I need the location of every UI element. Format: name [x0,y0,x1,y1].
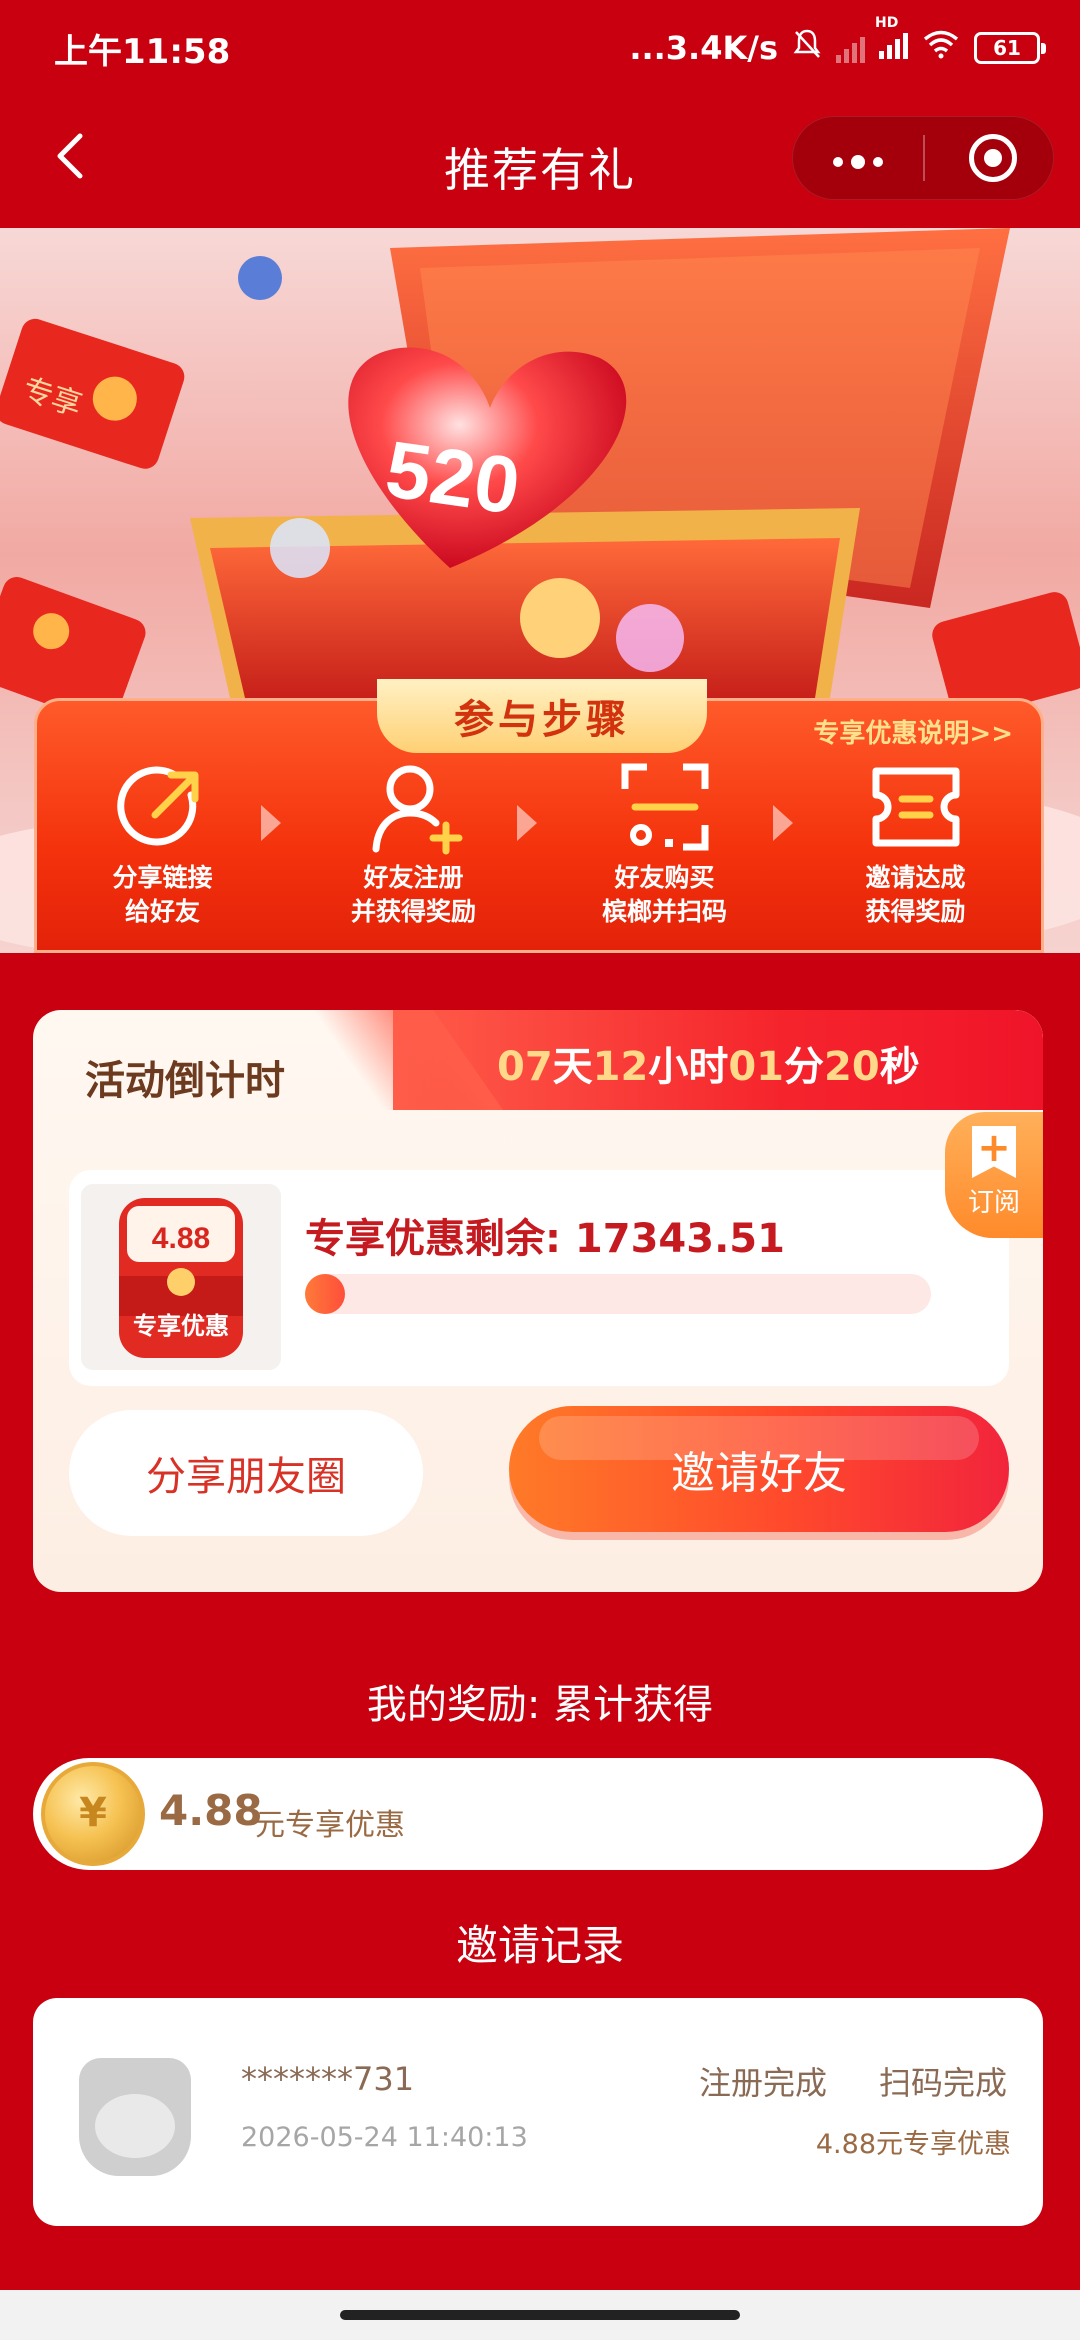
step-label-1b: 给好友 [124,897,200,926]
coupon-caption: 专享优惠 [133,1312,229,1340]
status-time: 上午11:58 [54,31,231,72]
countdown-days-unit: 天 [552,1044,593,1090]
reward-unit: 元专享优惠 [255,1808,405,1843]
home-indicator-area [0,2290,1080,2340]
gold-coin-icon [41,1762,145,1866]
subscribe-button[interactable]: + 订阅 [945,1112,1043,1238]
bookmark-plus-icon: + [972,1126,1016,1178]
subscribe-label: 订阅 [967,1188,1020,1218]
invite-friend-button[interactable]: 邀请好友 [509,1406,1009,1532]
step-label-1a: 分享链接 [112,863,213,892]
record-status-register: 注册完成 [699,2064,828,2102]
share-moments-button[interactable]: 分享朋友圈 [69,1410,423,1536]
ticket-icon [866,757,966,857]
reward-summary: 4.88 元专享优惠 [33,1758,1043,1870]
countdown-days: 07 [497,1044,553,1090]
step-label-4b: 获得奖励 [865,897,966,926]
coupon-remaining-box: 4.88 专享优惠 专享优惠剩余: 17343.51 [69,1170,1009,1386]
coupon-value: 4.88 [152,1222,210,1255]
coupon-image: 4.88 专享优惠 [81,1184,281,1370]
record-time: 2026-05-24 11:40:13 [241,2122,528,2153]
hd-label: HD [875,15,899,31]
countdown-hours-unit: 小时 [648,1044,729,1090]
step-label-2a: 好友注册 [363,863,464,892]
avatar [79,2058,191,2176]
countdown-hours: 12 [592,1044,649,1090]
avatar-face [95,2094,175,2158]
wifi-icon [922,29,960,67]
steps-title: 参与步骤 [377,679,707,753]
steps-panel: 参与步骤 专享优惠说明>> 分享链接 给好友 好友注册 并获得奖励 好友购买 槟… [34,679,1044,953]
record-reward: 4.88元专享优惠 [815,2129,1011,2160]
rewards-title: 我的奖励: 累计获得 [366,1682,714,1728]
home-indicator[interactable] [340,2310,740,2320]
signal-sim1-icon: HD [875,15,908,67]
coupon-rules-link[interactable]: 专享优惠说明>> [813,713,1013,750]
records-title: 邀请记录 [455,1921,624,1970]
signal-sim2-icon [836,33,865,63]
record-status-scan: 扫码完成 [879,2064,1008,2102]
share-arrow-icon [113,757,213,857]
network-speed: ...3.4K/s [629,29,778,67]
mini-program-capsule [792,116,1054,200]
step-label-3b: 槟榔并扫码 [601,897,727,926]
coupon-progress-bar [305,1274,931,1314]
countdown-minutes: 01 [728,1044,785,1090]
add-user-icon [364,757,464,857]
countdown-seconds: 20 [824,1044,880,1090]
countdown-timer: 07天12小时01分20秒 [497,1034,920,1092]
countdown-label: 活动倒计时 [85,1058,285,1104]
step-label-2b: 并获得奖励 [350,897,476,926]
countdown-card: 活动倒计时 07天12小时01分20秒 4.88 专享优惠 专享优惠剩余: 17… [33,1010,1043,1592]
target-circle-icon [984,149,1002,167]
invite-friend-label: 邀请好友 [671,1448,847,1499]
step-arrow-icon [517,805,537,841]
promo-banner: 专享 520 参与步骤 专享优惠说明>> 分享链接 给好友 好友注册 并获得奖励… [0,228,1080,953]
step-share-link: 分享链接 给好友 [37,757,288,929]
countdown-banner: 07天12小时01分20秒 [393,1010,1043,1110]
step-arrow-icon [261,805,281,841]
heart-badge-text: 520 [380,424,525,531]
reward-amount: 4.88 [159,1786,263,1835]
step-label-4a: 邀请达成 [865,863,966,892]
coupon-progress-fill [305,1274,345,1314]
countdown-seconds-unit: 秒 [879,1044,920,1090]
invite-record-card: *******731 2026-05-24 11:40:13 注册完成 扫码完成… [33,1998,1043,2226]
mute-bell-icon [792,28,822,68]
scan-icon [615,757,715,857]
step-label-3a: 好友购买 [614,863,715,892]
more-button[interactable] [793,138,923,178]
capsule-divider [923,135,925,181]
record-name: *******731 [241,2060,415,2098]
nav-bar: 推荐有礼 [0,96,1080,228]
more-dots-icon [833,155,883,169]
status-icons: ...3.4K/s HD 61 [629,15,1046,68]
battery-icon: 61 [974,32,1046,64]
step-invite-done: 邀请达成 获得奖励 [790,757,1041,929]
step-arrow-icon [773,805,793,841]
step-friend-register: 好友注册 并获得奖励 [288,757,539,929]
countdown-minutes-unit: 分 [784,1044,825,1090]
coupon-remaining-label: 专享优惠剩余: 17343.51 [305,1216,785,1262]
red-packet-left: 专享 [0,318,185,469]
step-friend-purchase: 好友购买 槟榔并扫码 [539,757,790,929]
status-bar: 上午11:58 ...3.4K/s HD 61 [0,0,1080,96]
close-mini-program-button[interactable] [969,134,1017,182]
steps-row: 分享链接 给好友 好友注册 并获得奖励 好友购买 槟榔并扫码 邀请达成 获得奖励 [37,757,1041,929]
